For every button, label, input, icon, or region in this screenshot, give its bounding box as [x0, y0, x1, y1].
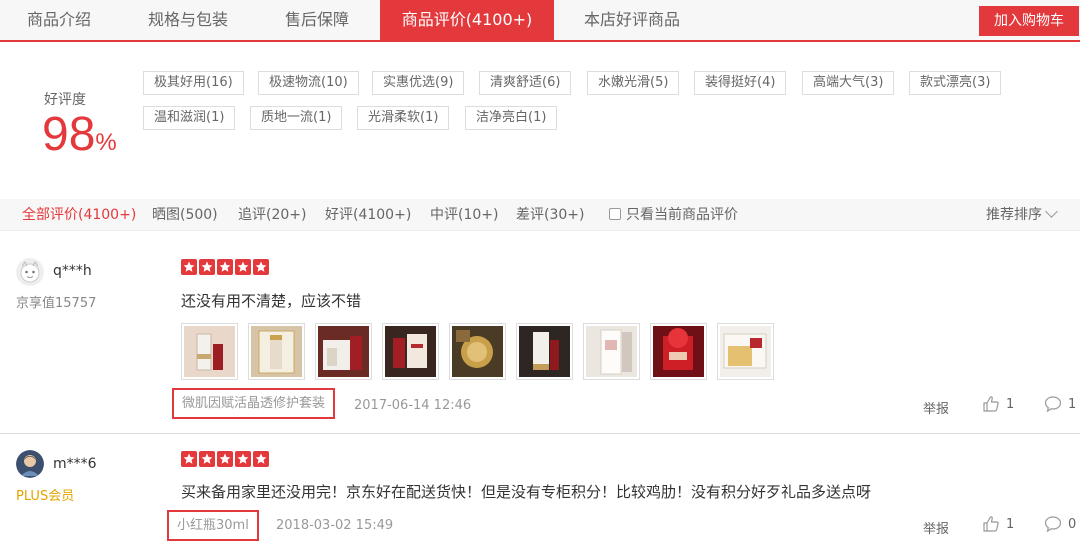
- review-date: 2017-06-14 12:46: [354, 398, 472, 413]
- review-text: 还没有用不清楚，应该不错: [181, 292, 362, 310]
- comment-button[interactable]: 1: [1044, 395, 1076, 413]
- star-icon: [199, 451, 215, 467]
- review-filter-bar: 全部评价(4100+) 晒图(500) 追评(20+) 好评(4100+) 中评…: [0, 199, 1080, 231]
- review-tag[interactable]: 质地一流(1): [250, 106, 343, 130]
- default-avatar-icon: [16, 258, 44, 286]
- sort-label: 推荐排序: [986, 207, 1042, 223]
- like-button[interactable]: 1: [982, 515, 1014, 533]
- chevron-down-icon: [1045, 205, 1058, 218]
- user-avatar-image: [16, 450, 44, 478]
- filter-neutral[interactable]: 中评(10+): [430, 199, 498, 231]
- review-tag[interactable]: 款式漂亮(3): [909, 71, 1002, 95]
- review-photo-thumbnail[interactable]: [315, 323, 372, 380]
- review-photo-thumbnail[interactable]: [248, 323, 305, 380]
- like-count: 1: [1006, 516, 1015, 532]
- thumbs-up-icon: [983, 396, 999, 412]
- star-icon: [181, 451, 197, 467]
- reviewer-name[interactable]: m***6: [53, 456, 97, 472]
- review-text: 买来备用家里还没用完！京东好在配送货快！但是没有专柜积分！比较鸡肋！没有积分好歹…: [181, 483, 872, 501]
- like-count: 1: [1006, 396, 1015, 412]
- like-button[interactable]: 1: [982, 395, 1014, 413]
- filter-follow-up[interactable]: 追评(20+): [238, 199, 306, 231]
- review-photo-thumbnail[interactable]: [181, 323, 238, 380]
- tab-after-sales[interactable]: 售后保障: [262, 0, 372, 40]
- review-photo-thumbnail[interactable]: [382, 323, 439, 380]
- purchased-product-tag[interactable]: 微肌因赋活晶透修护套装: [172, 388, 336, 419]
- comment-icon: [1044, 516, 1062, 533]
- add-to-cart-button[interactable]: 加入购物车: [979, 6, 1079, 36]
- only-current-product-checkbox[interactable]: 只看当前商品评价: [609, 199, 738, 231]
- star-rating: [181, 451, 269, 467]
- review-date: 2018-03-02 15:49: [276, 518, 394, 533]
- reviewer-name[interactable]: q***h: [53, 263, 92, 279]
- report-link[interactable]: 举报: [923, 398, 949, 417]
- positive-rate-number: 98: [42, 108, 96, 161]
- product-tab-bar: 商品介绍 规格与包装 售后保障 商品评价(4100+) 本店好评商品 加入购物车: [0, 0, 1080, 42]
- star-icon: [235, 259, 251, 275]
- avatar[interactable]: [16, 450, 44, 478]
- star-icon: [253, 259, 269, 275]
- review-tag[interactable]: 光滑柔软(1): [357, 106, 450, 130]
- review-photo-thumbnail[interactable]: [516, 323, 573, 380]
- review-tag[interactable]: 极其好用(16): [143, 71, 244, 95]
- tab-product-reviews[interactable]: 商品评价(4100+): [380, 0, 554, 40]
- percent-sign: %: [95, 129, 117, 156]
- member-level: PLUS会员: [16, 489, 75, 504]
- review-item: q***h 京享值15757 还没有用不清楚，应该不错 微肌因赋活晶透修护套装 …: [0, 231, 1080, 434]
- tab-product-intro[interactable]: 商品介绍: [2, 0, 116, 40]
- checkbox-box[interactable]: [609, 208, 621, 220]
- comment-button[interactable]: 0: [1044, 515, 1076, 533]
- tab-store-favorites[interactable]: 本店好评商品: [570, 0, 694, 40]
- review-photo-thumbnail[interactable]: [583, 323, 640, 380]
- star-icon: [181, 259, 197, 275]
- comment-count: 1: [1068, 396, 1077, 412]
- tab-spec-package[interactable]: 规格与包装: [130, 0, 246, 40]
- star-rating: [181, 259, 269, 275]
- sort-dropdown[interactable]: 推荐排序: [986, 199, 1058, 231]
- filter-negative[interactable]: 差评(30+): [516, 199, 584, 231]
- star-icon: [199, 259, 215, 275]
- review-tag[interactable]: 高端大气(3): [802, 71, 895, 95]
- review-tag[interactable]: 实惠优选(9): [372, 71, 465, 95]
- review-tag[interactable]: 洁净亮白(1): [465, 106, 558, 130]
- review-photo-thumbnail[interactable]: [449, 323, 506, 380]
- star-icon: [235, 451, 251, 467]
- review-photo-thumbnail[interactable]: [717, 323, 774, 380]
- report-link[interactable]: 举报: [923, 518, 949, 537]
- thumbs-up-icon: [983, 516, 999, 532]
- filter-positive[interactable]: 好评(4100+): [325, 199, 411, 231]
- review-tag[interactable]: 极速物流(10): [258, 71, 359, 95]
- star-icon: [217, 451, 233, 467]
- star-icon: [253, 451, 269, 467]
- review-item: m***6 PLUS会员 买来备用家里还没用完！京东好在配送货快！但是没有专柜积…: [0, 435, 1080, 550]
- review-tag[interactable]: 装得挺好(4): [694, 71, 787, 95]
- avatar[interactable]: [16, 258, 44, 286]
- purchased-product-tag[interactable]: 小红瓶30ml: [167, 510, 259, 541]
- review-tag[interactable]: 温和滋润(1): [143, 106, 236, 130]
- comment-icon: [1044, 396, 1062, 413]
- comment-count: 0: [1068, 516, 1077, 532]
- star-icon: [217, 259, 233, 275]
- only-current-label: 只看当前商品评价: [626, 207, 738, 223]
- member-level: 京享值15757: [16, 296, 97, 311]
- review-photos: [181, 323, 774, 380]
- review-tag[interactable]: 清爽舒适(6): [479, 71, 572, 95]
- review-photo-thumbnail[interactable]: [650, 323, 707, 380]
- filter-all-reviews[interactable]: 全部评价(4100+): [22, 199, 136, 231]
- positive-rate-value: 98%: [42, 106, 117, 172]
- review-tag[interactable]: 水嫩光滑(5): [587, 71, 680, 95]
- filter-with-photos[interactable]: 晒图(500): [152, 199, 218, 231]
